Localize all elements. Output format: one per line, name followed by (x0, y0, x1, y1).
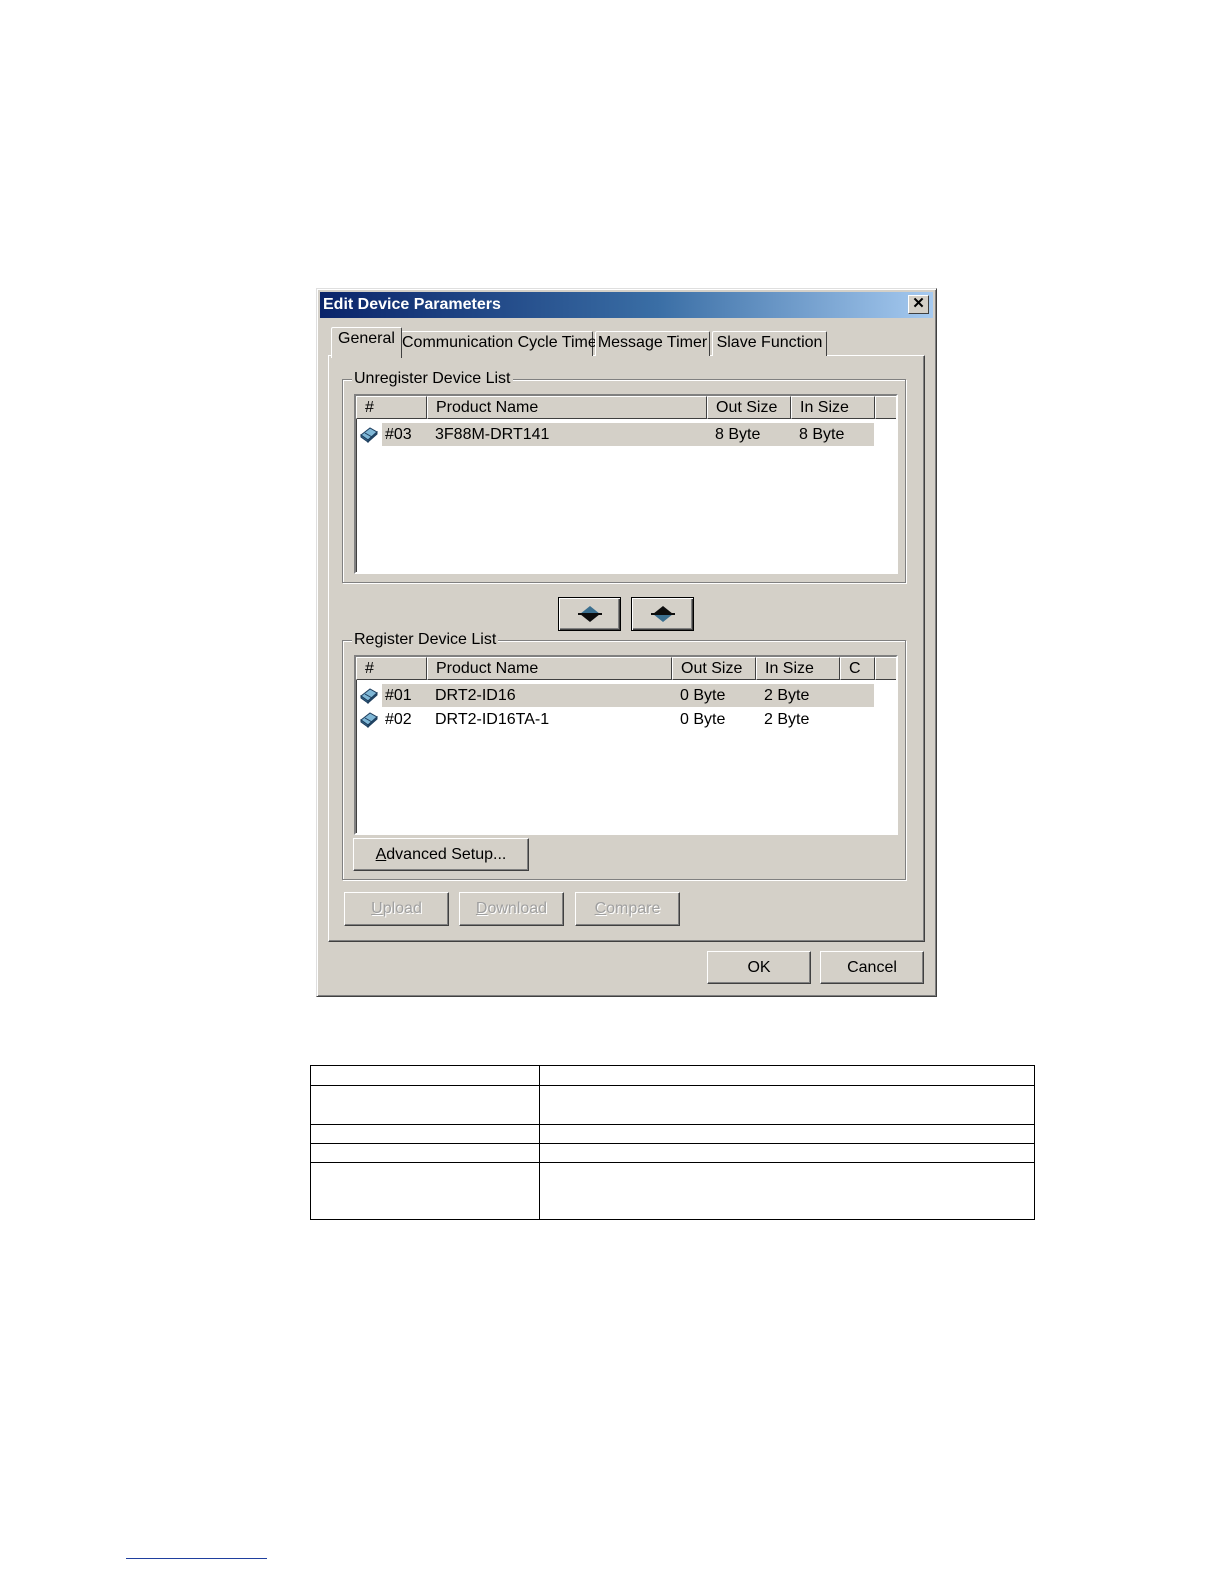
row-in-size: 8 Byte (799, 426, 845, 443)
tab-general-label: General (338, 330, 395, 347)
tab-communication-cycle-time[interactable]: Communication Cycle Time (401, 331, 597, 356)
column-header-product-name[interactable]: Product Name (427, 657, 672, 680)
tab-message-timer-label: Message Timer (597, 334, 708, 351)
row-number: #02 (385, 711, 412, 728)
unregister-list-header: # Product Name Out Size In Size (356, 396, 896, 419)
row-out-size: 0 Byte (680, 711, 726, 728)
column-header-filler (875, 396, 896, 419)
table-cell (310, 1162, 540, 1220)
table-row (310, 1124, 1035, 1144)
unregister-device-list-label: Unregister Device List (352, 370, 513, 388)
row-in-size: 2 Byte (764, 711, 810, 728)
register-device-list-label: Register Device List (352, 631, 499, 649)
compare-mnemonic: C (594, 900, 607, 917)
table-row (310, 1143, 1035, 1163)
table-cell (539, 1143, 1035, 1163)
table-cell (310, 1085, 540, 1125)
tab-message-timer[interactable]: Message Timer (595, 331, 710, 356)
upload-mnemonic: U (371, 900, 383, 917)
download-mnemonic: D (475, 900, 488, 917)
unregister-device-list[interactable]: # Product Name Out Size In Size #03 3F88… (354, 394, 898, 574)
download-label: ownload (487, 900, 548, 917)
row-out-size: 8 Byte (715, 426, 761, 443)
column-header-in-size[interactable]: In Size (791, 396, 875, 419)
column-header-number[interactable]: # (356, 657, 427, 680)
table-header-row (310, 1065, 1035, 1086)
column-header-filler (875, 657, 896, 680)
row-number: #01 (385, 687, 412, 704)
advanced-setup-button[interactable]: Advanced Setup... (353, 838, 529, 871)
close-icon: ✕ (912, 295, 925, 312)
title-bar[interactable]: Edit Device Parameters ✕ (320, 292, 933, 318)
move-down-icon (577, 606, 602, 622)
device-icon (360, 427, 378, 443)
table-row[interactable]: #01 DRT2-ID16 0 Byte 2 Byte (356, 684, 896, 707)
compare-label: ompare (606, 900, 661, 917)
column-header-c[interactable]: C (840, 657, 875, 680)
description-table (310, 1065, 1035, 1220)
table-row[interactable]: #02 DRT2-ID16TA-1 0 Byte 2 Byte (356, 708, 896, 731)
table-row (310, 1085, 1035, 1125)
row-in-size: 2 Byte (764, 687, 810, 704)
tab-slave-function[interactable]: Slave Function (712, 331, 827, 356)
register-list-header: # Product Name Out Size In Size C (356, 657, 896, 680)
move-to-register-button[interactable] (558, 597, 621, 631)
close-button[interactable]: ✕ (908, 295, 929, 314)
upload-label: pload (382, 900, 422, 917)
move-to-unregister-button[interactable] (631, 597, 694, 631)
column-header-number[interactable]: # (356, 396, 427, 419)
column-header-in-size[interactable]: In Size (756, 657, 840, 680)
table-cell (310, 1065, 540, 1086)
move-up-icon (650, 606, 675, 622)
tab-communication-cycle-time-label: Communication Cycle Time (402, 334, 597, 351)
advanced-setup-label: dvanced Setup... (386, 846, 507, 863)
dialog-title: Edit Device Parameters (323, 296, 501, 313)
row-product-name: DRT2-ID16TA-1 (435, 711, 550, 728)
row-product-name: 3F88M-DRT141 (435, 426, 550, 443)
table-cell (310, 1124, 540, 1144)
row-out-size: 0 Byte (680, 687, 726, 704)
tab-general[interactable]: General (331, 327, 402, 358)
table-cell (539, 1162, 1035, 1220)
device-icon (360, 688, 378, 704)
compare-button[interactable]: Compare (575, 892, 680, 926)
device-icon (360, 712, 378, 728)
table-cell (539, 1085, 1035, 1125)
row-product-name: DRT2-ID16 (435, 687, 516, 704)
ok-button[interactable]: OK (707, 951, 811, 984)
table-cell (539, 1124, 1035, 1144)
advanced-setup-mnemonic: A (375, 846, 387, 863)
tab-slave-function-label: Slave Function (716, 334, 823, 351)
table-row (310, 1162, 1035, 1220)
table-row[interactable]: #03 3F88M-DRT141 8 Byte 8 Byte (356, 423, 896, 446)
table-cell (310, 1143, 540, 1163)
table-cell (539, 1065, 1035, 1086)
footnote-separator (126, 1558, 267, 1559)
upload-button[interactable]: Upload (344, 892, 449, 926)
download-button[interactable]: Download (459, 892, 564, 926)
register-device-list[interactable]: # Product Name Out Size In Size C #01 DR… (354, 655, 898, 835)
column-header-product-name[interactable]: Product Name (427, 396, 707, 419)
cancel-button[interactable]: Cancel (820, 951, 924, 984)
row-number: #03 (385, 426, 412, 443)
column-header-out-size[interactable]: Out Size (672, 657, 756, 680)
column-header-out-size[interactable]: Out Size (707, 396, 791, 419)
